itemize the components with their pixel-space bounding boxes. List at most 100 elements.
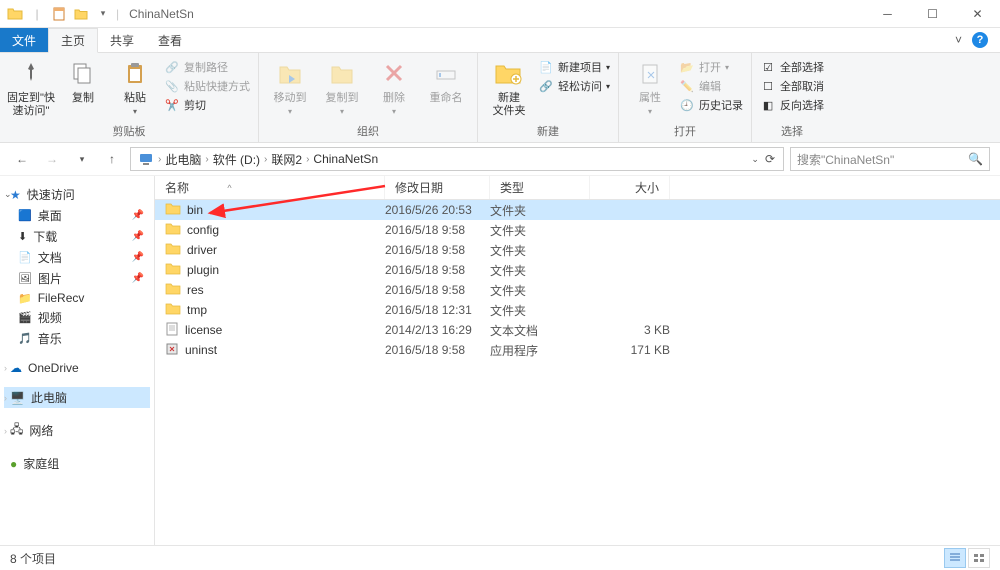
file-row[interactable]: uninst2016/5/18 9:58应用程序171 KB (155, 340, 1000, 360)
copy-button[interactable]: 复制 (58, 55, 108, 105)
file-row[interactable]: plugin2016/5/18 9:58文件夹 (155, 260, 1000, 280)
nav-quick-item[interactable]: 📁FileRecv (4, 289, 150, 307)
nav-quick-item[interactable]: 🎵音乐 (4, 328, 150, 349)
open-button[interactable]: 📂打开 ▾ (677, 58, 745, 76)
column-headers: 名称 ^ 修改日期 类型 大小 (155, 176, 1000, 200)
file-row[interactable]: tmp2016/5/18 12:31文件夹 (155, 300, 1000, 320)
breadcrumb[interactable]: › 此电脑› 软件 (D:)› 联网2› ChinaNetSn ⌄ ⟳ (130, 147, 784, 171)
search-placeholder: 搜索"ChinaNetSn" (797, 151, 894, 168)
group-new-label: 新建 (484, 121, 612, 142)
invert-selection-button[interactable]: ◧反向选择 (758, 96, 826, 114)
address-bar: ← → ▾ ↑ › 此电脑› 软件 (D:)› 联网2› ChinaNetSn … (0, 143, 1000, 176)
col-date[interactable]: 修改日期 (385, 176, 490, 199)
group-open-label: 打开 (625, 121, 745, 142)
nav-this-pc[interactable]: ›🖥️此电脑 (4, 387, 150, 408)
col-size[interactable]: 大小 (590, 176, 670, 199)
history-button[interactable]: 🕘历史记录 (677, 96, 745, 114)
nav-forward-button[interactable]: → (40, 147, 64, 171)
file-row[interactable]: driver2016/5/18 9:58文件夹 (155, 240, 1000, 260)
select-none-button[interactable]: ☐全部取消 (758, 77, 826, 95)
nav-quick-item[interactable]: 🖼图片📌 (4, 268, 150, 289)
nav-quick-item[interactable]: 🎬视频 (4, 307, 150, 328)
minimize-button[interactable]: ─ (865, 0, 910, 28)
delete-button[interactable]: 删除▾ (369, 55, 419, 116)
main-area: ⌄★快速访问 🟦桌面📌⬇下载📌📄文档📌🖼图片📌📁FileRecv🎬视频🎵音乐 ›… (0, 176, 1000, 545)
group-select: ☑全部选择 ☐全部取消 ◧反向选择 选择 (752, 53, 832, 142)
new-item-button[interactable]: 📄新建项目 ▾ (536, 58, 612, 76)
ribbon-tabs: 文件 主页 共享 查看 ˅ ? (0, 28, 1000, 53)
crumb-2[interactable]: 联网2 (268, 151, 305, 168)
nav-onedrive[interactable]: ›☁OneDrive (4, 359, 150, 377)
search-icon[interactable]: 🔍 (968, 152, 983, 166)
nav-recent-button[interactable]: ▾ (70, 147, 94, 171)
group-open: 属性▾ 📂打开 ▾ ✏️编辑 🕘历史记录 打开 (619, 53, 752, 142)
new-folder-button[interactable]: 新建 文件夹 (484, 55, 534, 117)
nav-quick-access[interactable]: ⌄★快速访问 (4, 184, 150, 205)
cut-button[interactable]: ✂️剪切 (162, 96, 252, 114)
folder-qat-icon[interactable] (72, 5, 90, 23)
status-count: 8 个项目 (10, 550, 56, 567)
file-row[interactable]: bin2016/5/26 20:53文件夹 (155, 200, 1000, 220)
group-clipboard: 固定到"快 速访问" 复制 粘贴 ▾ 🔗复制路径 📎粘贴快捷方式 ✂️剪切 剪贴… (0, 53, 259, 142)
refresh-icon[interactable]: ⟳ (765, 152, 775, 166)
paste-button[interactable]: 粘贴 ▾ (110, 55, 160, 116)
status-bar: 8 个项目 (0, 545, 1000, 570)
search-input[interactable]: 搜索"ChinaNetSn" 🔍 (790, 147, 990, 171)
copy-path-button[interactable]: 🔗复制路径 (162, 58, 252, 76)
file-row[interactable]: config2016/5/18 9:58文件夹 (155, 220, 1000, 240)
ribbon: 固定到"快 速访问" 复制 粘贴 ▾ 🔗复制路径 📎粘贴快捷方式 ✂️剪切 剪贴… (0, 53, 1000, 143)
properties-qat-icon[interactable] (50, 5, 68, 23)
properties-button[interactable]: 属性▾ (625, 55, 675, 116)
crumb-3[interactable]: ChinaNetSn (310, 152, 381, 166)
folder-icon (165, 242, 181, 259)
select-all-button[interactable]: ☑全部选择 (758, 58, 826, 76)
tab-share[interactable]: 共享 (98, 28, 146, 52)
address-dropdown-icon[interactable]: ⌄ (751, 154, 759, 165)
paste-shortcut-button[interactable]: 📎粘贴快捷方式 (162, 77, 252, 95)
exe-icon (165, 342, 179, 359)
group-new: 新建 文件夹 📄新建项目 ▾ 🔗轻松访问 ▾ 新建 (478, 53, 619, 142)
tab-home[interactable]: 主页 (48, 28, 98, 53)
nav-up-button[interactable]: ↑ (100, 147, 124, 171)
col-name[interactable]: 名称 ^ (155, 176, 385, 199)
close-button[interactable]: ✕ (955, 0, 1000, 28)
help-icon[interactable]: ? (972, 32, 988, 48)
tab-view[interactable]: 查看 (146, 28, 194, 52)
col-type[interactable]: 类型 (490, 176, 590, 199)
view-details-button[interactable] (944, 548, 966, 568)
paste-label: 粘贴 (124, 92, 146, 105)
file-list-area: 名称 ^ 修改日期 类型 大小 bin2016/5/26 20:53文件夹con… (155, 176, 1000, 545)
pin-to-quick-button[interactable]: 固定到"快 速访问" (6, 55, 56, 117)
folder-icon (165, 202, 181, 219)
edit-button[interactable]: ✏️编辑 (677, 77, 745, 95)
pc-icon[interactable] (135, 152, 157, 166)
easy-access-button[interactable]: 🔗轻松访问 ▾ (536, 77, 612, 95)
nav-network[interactable]: ›🖧网络 (4, 418, 150, 443)
qat-dropdown-icon[interactable]: ▾ (94, 5, 112, 23)
view-icons-button[interactable] (968, 548, 990, 568)
tab-file[interactable]: 文件 (0, 28, 48, 52)
nav-quick-item[interactable]: ⬇下载📌 (4, 226, 150, 247)
folder-icon (165, 222, 181, 239)
moveto-button[interactable]: 移动到▾ (265, 55, 315, 116)
ribbon-collapse-icon[interactable]: ˅ (955, 33, 962, 47)
nav-homegroup[interactable]: ●家庭组 (4, 453, 150, 474)
copyto-button[interactable]: 复制到▾ (317, 55, 367, 116)
qat-sep-icon: | (28, 5, 46, 23)
nav-quick-item[interactable]: 📄文档📌 (4, 247, 150, 268)
text-icon (165, 322, 179, 339)
titlebar: | ▾ | ChinaNetSn ─ ☐ ✕ (0, 0, 1000, 28)
window-title: ChinaNetSn (129, 7, 194, 21)
crumb-0[interactable]: 此电脑 (162, 151, 204, 168)
nav-pane: ⌄★快速访问 🟦桌面📌⬇下载📌📄文档📌🖼图片📌📁FileRecv🎬视频🎵音乐 ›… (0, 176, 155, 545)
nav-back-button[interactable]: ← (10, 147, 34, 171)
file-row[interactable]: license2014/2/13 16:29文本文档3 KB (155, 320, 1000, 340)
crumb-1[interactable]: 软件 (D:) (210, 151, 263, 168)
nav-quick-item[interactable]: 🟦桌面📌 (4, 205, 150, 226)
group-clipboard-label: 剪贴板 (6, 121, 252, 142)
maximize-button[interactable]: ☐ (910, 0, 955, 28)
group-select-label: 选择 (758, 121, 826, 142)
quick-access-toolbar: | ▾ | (6, 5, 119, 23)
file-row[interactable]: res2016/5/18 9:58文件夹 (155, 280, 1000, 300)
rename-button[interactable]: 重命名 (421, 55, 471, 105)
